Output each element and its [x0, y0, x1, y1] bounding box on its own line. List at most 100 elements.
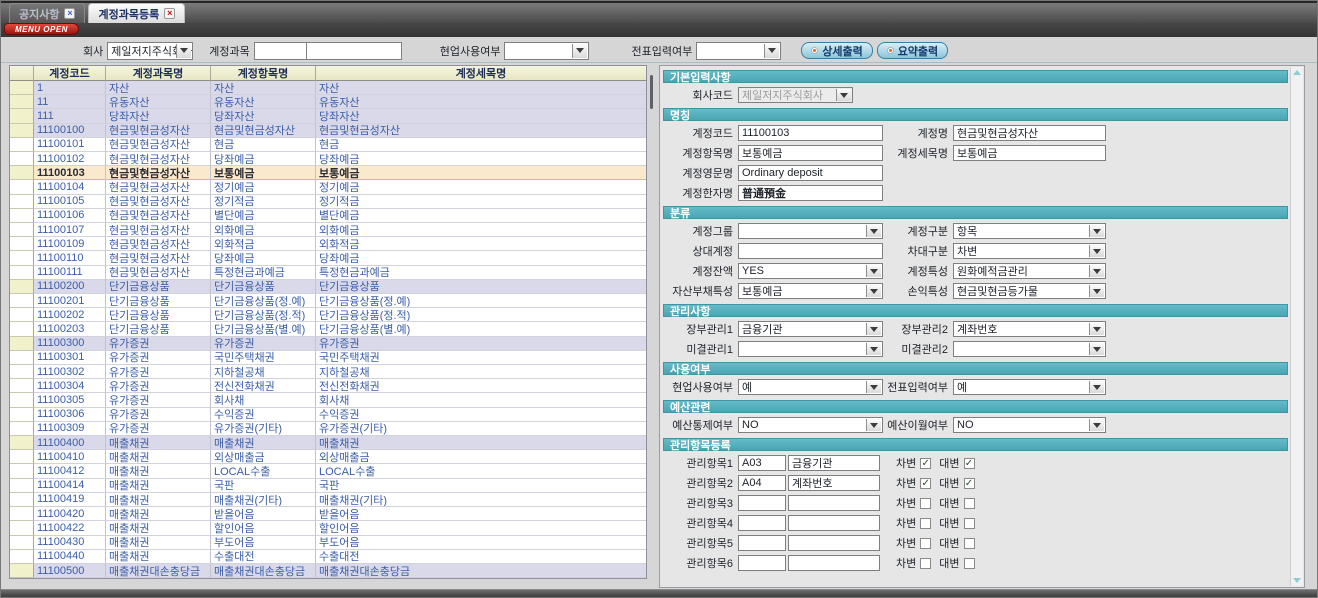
input-계정코드[interactable]: 11100103 [738, 125, 883, 141]
tab-close-icon[interactable]: × [64, 8, 75, 19]
mgmt-code-input[interactable] [738, 495, 786, 511]
debit-checkbox[interactable]: ✓ [920, 478, 931, 489]
select-미결관리2[interactable] [953, 341, 1106, 357]
input-계정한자명[interactable]: 普通預金 [738, 185, 883, 201]
select-미결관리1[interactable] [738, 341, 883, 357]
debit-checkbox[interactable]: ✓ [920, 458, 931, 469]
table-row[interactable]: 11100104현금및현금성자산정기예금정기예금 [10, 180, 646, 194]
debit-checkbox[interactable] [920, 558, 931, 569]
tab-notice[interactable]: 공지사항 × [9, 3, 85, 23]
mgmt-code-input[interactable] [738, 535, 786, 551]
row-selector-cell[interactable] [10, 166, 34, 180]
detail-print-button[interactable]: 상세출력 [801, 42, 872, 59]
mgmt-name-input[interactable]: 계좌번호 [788, 475, 880, 491]
input-계정항목명[interactable]: 보통예금 [738, 145, 883, 161]
credit-checkbox[interactable] [964, 518, 975, 529]
panel-scrollbar[interactable] [1290, 67, 1303, 586]
row-selector-cell[interactable] [10, 479, 34, 493]
row-selector-cell[interactable] [10, 308, 34, 322]
row-selector-cell[interactable] [10, 322, 34, 336]
credit-checkbox[interactable]: ✓ [964, 478, 975, 489]
select-계정특성[interactable]: 원화예적금관리 [953, 263, 1106, 279]
table-row[interactable]: 11100103현금및현금성자산보통예금보통예금 [10, 166, 646, 180]
menu-open-button[interactable]: MENU OPEN [4, 23, 79, 35]
slip-entry-select[interactable] [696, 42, 781, 60]
credit-checkbox[interactable] [964, 498, 975, 509]
table-row[interactable]: 11100111현금및현금성자산특정현금과예금특정현금과예금 [10, 266, 646, 280]
debit-checkbox[interactable] [920, 498, 931, 509]
row-selector-cell[interactable] [10, 550, 34, 564]
debit-checkbox[interactable] [920, 518, 931, 529]
mgmt-name-input[interactable] [788, 555, 880, 571]
row-selector-cell[interactable] [10, 365, 34, 379]
row-selector-cell[interactable] [10, 152, 34, 166]
mgmt-name-input[interactable] [788, 495, 880, 511]
column-header-item[interactable]: 계정항목명 [211, 66, 316, 81]
table-row[interactable]: 11100422매출채권할인어음할인어음 [10, 521, 646, 535]
row-selector-cell[interactable] [10, 124, 34, 138]
mgmt-code-input[interactable] [738, 555, 786, 571]
row-selector-cell[interactable] [10, 507, 34, 521]
row-selector-cell[interactable] [10, 450, 34, 464]
input-계정영문명[interactable]: Ordinary deposit [738, 165, 883, 181]
row-selector-cell[interactable] [10, 209, 34, 223]
table-row[interactable]: 11100105현금및현금성자산정기적금정기적금 [10, 195, 646, 209]
summary-print-button[interactable]: 요약출력 [877, 42, 948, 59]
select-예산이월여부[interactable]: NO [953, 417, 1106, 433]
table-row[interactable]: 11100200단기금융상품단기금융상품단기금융상품 [10, 280, 646, 294]
row-selector-cell[interactable] [10, 393, 34, 407]
row-selector-cell[interactable] [10, 351, 34, 365]
table-row[interactable]: 11100107현금및현금성자산외화예금외화예금 [10, 223, 646, 237]
table-row[interactable]: 11100202단기금융상품단기금융상품(정.적)단기금융상품(정.적) [10, 308, 646, 322]
select-계정그룹[interactable] [738, 223, 883, 239]
field-use-select[interactable] [504, 42, 589, 60]
mgmt-name-input[interactable] [788, 515, 880, 531]
select-예산통제여부[interactable]: NO [738, 417, 883, 433]
column-header-detail[interactable]: 계정세목명 [316, 66, 646, 81]
select-손익특성[interactable]: 현금및현금등가물 [953, 283, 1106, 299]
mgmt-name-input[interactable]: 금융기관 [788, 455, 880, 471]
table-row[interactable]: 11100302유가증권지하철공채지하철공채 [10, 365, 646, 379]
table-row[interactable]: 11100304유가증권전신전화채권전신전화채권 [10, 379, 646, 393]
company-select[interactable]: 제일저지주식회사 [107, 42, 193, 60]
table-row[interactable]: 11100306유가증권수익증권수익증권 [10, 408, 646, 422]
select-회사코드[interactable]: 제일저지주식회사 [738, 87, 853, 103]
table-row[interactable]: 11100201단기금융상품단기금융상품(정.예)단기금융상품(정.예) [10, 294, 646, 308]
select-자산부채특성[interactable]: 보통예금 [738, 283, 883, 299]
table-row[interactable]: 11100309유가증권유가증권(기타)유가증권(기타) [10, 422, 646, 436]
credit-checkbox[interactable] [964, 538, 975, 549]
select-현업사용여부[interactable]: 예 [738, 379, 883, 395]
row-selector-cell[interactable] [10, 280, 34, 294]
table-row[interactable]: 11유동자산유동자산유동자산 [10, 95, 646, 109]
select-장부관리2[interactable]: 계좌번호 [953, 321, 1106, 337]
tab-close-icon[interactable]: × [164, 8, 175, 19]
row-selector-cell[interactable] [10, 422, 34, 436]
table-row[interactable]: 11100101현금및현금성자산현금현금 [10, 138, 646, 152]
column-header-code[interactable]: 계정코드 [34, 66, 106, 81]
scroll-down-icon[interactable] [1293, 578, 1301, 583]
input-계정명[interactable]: 현금및현금성자산 [953, 125, 1106, 141]
mgmt-code-input[interactable]: A03 [738, 455, 786, 471]
table-row[interactable]: 11100400매출채권매출채권매출채권 [10, 436, 646, 450]
row-selector-cell[interactable] [10, 464, 34, 478]
table-row[interactable]: 11100100현금및현금성자산현금및현금성자산현금및현금성자산 [10, 124, 646, 138]
row-selector-cell[interactable] [10, 138, 34, 152]
row-selector-cell[interactable] [10, 251, 34, 265]
column-header-name[interactable]: 계정과목명 [106, 66, 211, 81]
credit-checkbox[interactable]: ✓ [964, 458, 975, 469]
row-selector-cell[interactable] [10, 95, 34, 109]
debit-checkbox[interactable] [920, 538, 931, 549]
table-row[interactable]: 11100106현금및현금성자산별단예금별단예금 [10, 209, 646, 223]
row-selector-cell[interactable] [10, 266, 34, 280]
row-selector-cell[interactable] [10, 521, 34, 535]
select-계정잔액[interactable]: YES [738, 263, 883, 279]
grid-scrollbar[interactable] [650, 75, 653, 109]
select-차대구분[interactable]: 차변 [953, 243, 1106, 259]
table-row[interactable]: 11100300유가증권유가증권유가증권 [10, 337, 646, 351]
row-selector-cell[interactable] [10, 109, 34, 123]
table-row[interactable]: 11100430매출채권부도어음부도어음 [10, 536, 646, 550]
account-name-input[interactable] [307, 42, 402, 60]
table-row[interactable]: 11100419매출채권매출채권(기타)매출채권(기타) [10, 493, 646, 507]
scroll-up-icon[interactable] [1293, 70, 1301, 75]
row-selector-cell[interactable] [10, 81, 34, 95]
